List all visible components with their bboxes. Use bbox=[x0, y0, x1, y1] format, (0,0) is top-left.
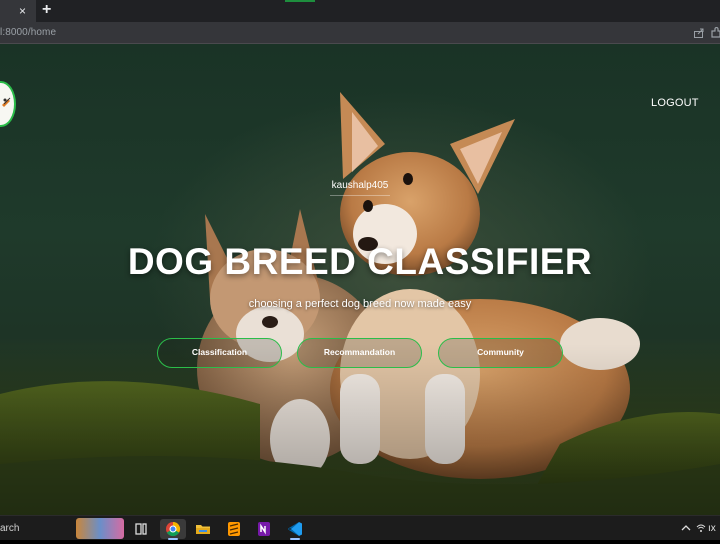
logout-link[interactable]: LOGOUT bbox=[651, 97, 699, 110]
page-subtitle: choosing a perfect dog breed now made ea… bbox=[248, 298, 472, 310]
username-label: kaushalp405 bbox=[331, 180, 389, 191]
tray-status[interactable]: ıx bbox=[708, 522, 716, 535]
taskbar: arch ıx bbox=[0, 515, 720, 540]
community-button[interactable]: Community bbox=[438, 338, 563, 368]
browser-tab-bar: × + bbox=[0, 0, 720, 22]
weather-widget-icon[interactable] bbox=[76, 518, 124, 539]
wifi-icon[interactable] bbox=[696, 523, 706, 533]
close-icon[interactable]: × bbox=[19, 3, 26, 19]
chevron-up-icon[interactable] bbox=[681, 524, 691, 532]
browser-tab[interactable]: × bbox=[0, 0, 36, 22]
address-bar[interactable]: l:8000/home bbox=[0, 22, 720, 44]
file-explorer-icon[interactable] bbox=[193, 519, 213, 539]
plus-icon[interactable]: + bbox=[42, 1, 51, 19]
page-title: DOG BREED CLASSIFIER bbox=[127, 241, 593, 282]
onenote-icon[interactable] bbox=[254, 519, 274, 539]
hero-section: LOGOUT kaushalp405 DOG BREED CLASSIFIER … bbox=[0, 44, 720, 515]
extension-icon[interactable] bbox=[710, 27, 720, 39]
tab-indicator bbox=[285, 0, 315, 2]
chrome-icon bbox=[166, 521, 181, 537]
chrome-taskbar-item[interactable] bbox=[160, 519, 186, 539]
taskbar-search[interactable]: arch bbox=[0, 522, 19, 535]
username-divider bbox=[330, 195, 390, 196]
task-view-icon[interactable] bbox=[131, 519, 151, 539]
paw-icon bbox=[2, 97, 11, 107]
sublime-text-icon[interactable] bbox=[224, 519, 244, 539]
url-text[interactable]: l:8000/home bbox=[0, 26, 56, 40]
classification-button[interactable]: Classification bbox=[157, 338, 282, 368]
share-icon[interactable] bbox=[694, 28, 705, 38]
recommandation-button[interactable]: Recommandation bbox=[297, 338, 422, 368]
vscode-icon[interactable] bbox=[285, 519, 305, 539]
